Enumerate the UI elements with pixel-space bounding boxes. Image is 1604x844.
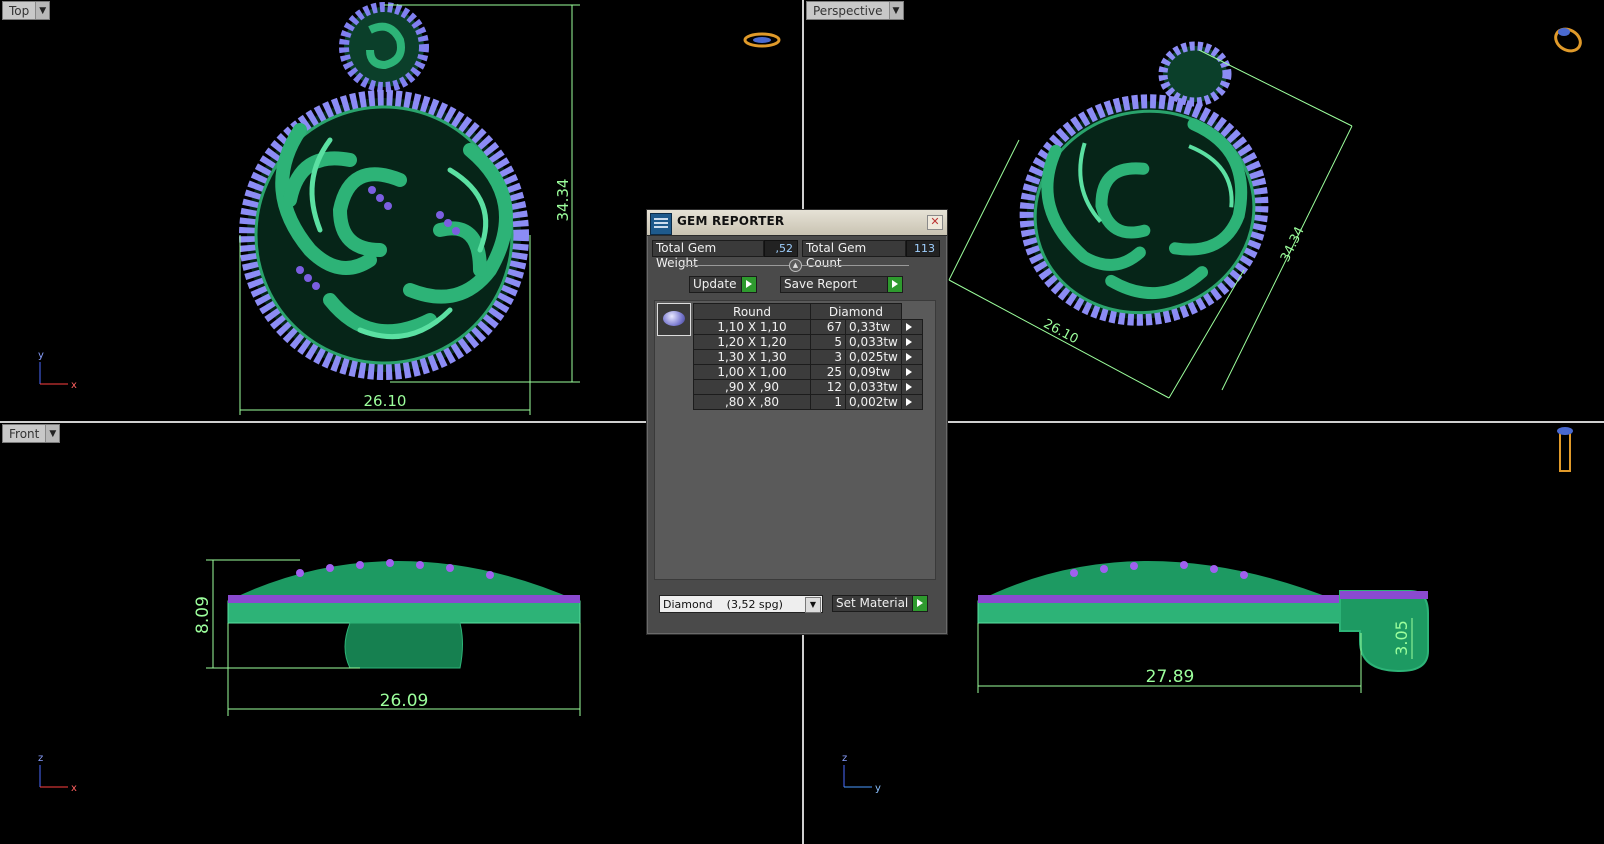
table-row: ,80 X ,80 1 0,002tw <box>693 394 923 410</box>
persp-dimension-a: 26.10 <box>1041 317 1081 348</box>
close-icon[interactable]: ✕ <box>927 215 943 230</box>
axis-gizmo-right: z y <box>842 753 881 794</box>
panel-title: GEM REPORTER <box>677 214 785 228</box>
axis-gizmo-top: y x <box>38 350 77 391</box>
play-arrow-icon[interactable] <box>887 277 902 292</box>
gem-count: 25 <box>810 364 846 380</box>
front-height-dimension: 8.09 <box>193 596 213 634</box>
gem-weight: 0,09tw <box>845 364 902 380</box>
set-material-button-label: Set Material <box>836 596 909 610</box>
total-gem-weight-label: Total Gem Weight <box>652 240 764 270</box>
svg-text:x: x <box>71 380 77 391</box>
viewport-tab-front[interactable]: Front ▼ <box>2 424 61 443</box>
select-row-arrow-icon[interactable] <box>900 334 923 350</box>
collapse-toggle-icon[interactable]: ▲ <box>789 259 802 272</box>
select-row-arrow-icon[interactable] <box>900 319 923 335</box>
table-row: 1,00 X 1,00 25 0,09tw <box>693 364 923 380</box>
gem-count: 5 <box>810 334 846 350</box>
svg-text:y: y <box>38 350 44 361</box>
top-height-dimension: 34.34 <box>554 179 572 222</box>
gem-size: 1,10 X 1,10 <box>693 319 811 335</box>
select-row-arrow-icon[interactable] <box>900 349 923 365</box>
material-select[interactable]: Diamond (3,52 spg) ▼ <box>659 595 823 613</box>
chevron-down-icon[interactable]: ▼ <box>45 425 60 442</box>
update-button-label: Update <box>693 277 737 291</box>
axis-gizmo-front: z x <box>38 753 77 794</box>
save-report-button[interactable]: Save Report <box>780 276 903 293</box>
column-header-material: Diamond <box>810 303 902 320</box>
gem-weight: 0,033tw <box>845 379 902 395</box>
svg-text:x: x <box>71 783 77 794</box>
total-gem-count-row: Total Gem Count 113 <box>802 240 940 270</box>
table-row: ,90 X ,90 12 0,033tw <box>693 379 923 395</box>
ring-preview-icon[interactable] <box>1557 427 1573 472</box>
total-gem-weight-value: ,52 <box>764 240 798 257</box>
gem-reporter-logo-icon <box>650 213 672 235</box>
chevron-down-icon[interactable]: ▼ <box>35 2 50 19</box>
gem-count: 3 <box>810 349 846 365</box>
gem-size: ,90 X ,90 <box>693 379 811 395</box>
gem-weight: 0,033tw <box>845 334 902 350</box>
gem-table: Round Diamond 1,10 X 1,10 67 0,33tw 1,20… <box>693 303 923 410</box>
viewport-tab-top[interactable]: Top ▼ <box>2 1 51 20</box>
viewport-label: Top <box>9 3 30 18</box>
table-row: 1,10 X 1,10 67 0,33tw <box>693 319 923 335</box>
table-row: 1,20 X 1,20 5 0,033tw <box>693 334 923 350</box>
gem-weight: 0,025tw <box>845 349 902 365</box>
gem-weight: 0,33tw <box>845 319 902 335</box>
play-arrow-icon[interactable] <box>741 277 756 292</box>
select-row-arrow-icon[interactable] <box>900 379 923 395</box>
set-material-button[interactable]: Set Material <box>832 595 928 612</box>
chevron-down-icon[interactable]: ▼ <box>805 597 821 613</box>
select-row-arrow-icon[interactable] <box>900 364 923 380</box>
gem-weight: 0,002tw <box>845 394 902 410</box>
right-width-dimension: 27.89 <box>1146 667 1195 687</box>
gem-list-area[interactable]: Round Diamond 1,10 X 1,10 67 0,33tw 1,20… <box>654 300 936 580</box>
total-gem-weight-row: Total Gem Weight ,52 <box>652 240 798 270</box>
material-select-value: Diamond (3,52 spg) <box>663 598 783 611</box>
right-height-dimension: 3.05 <box>1392 620 1411 656</box>
viewport-label: Perspective <box>813 3 883 18</box>
column-header-shape: Round <box>693 303 811 320</box>
svg-text:z: z <box>38 753 43 764</box>
total-gem-count-value: 113 <box>906 240 940 257</box>
viewport-tab-perspective[interactable]: Perspective ▼ <box>806 1 904 20</box>
gem-reporter-panel: GEM REPORTER ✕ Total Gem Weight ,52 Tota… <box>646 209 948 635</box>
svg-text:y: y <box>875 783 881 794</box>
viewport-label: Front <box>9 426 40 441</box>
panel-title-bar[interactable]: GEM REPORTER ✕ <box>647 210 947 236</box>
round-gem-thumbnail-icon[interactable] <box>657 303 691 336</box>
gem-count: 67 <box>810 319 846 335</box>
svg-text:z: z <box>842 753 847 764</box>
gem-count: 1 <box>810 394 846 410</box>
gem-size: 1,20 X 1,20 <box>693 334 811 350</box>
persp-dimension-b: 34.34 <box>1278 224 1308 264</box>
save-report-button-label: Save Report <box>784 277 858 291</box>
play-arrow-icon[interactable] <box>912 596 927 611</box>
gem-count: 12 <box>810 379 846 395</box>
update-button[interactable]: Update <box>689 276 757 293</box>
gem-size: 1,00 X 1,00 <box>693 364 811 380</box>
gem-size: ,80 X ,80 <box>693 394 811 410</box>
select-row-arrow-icon[interactable] <box>900 394 923 410</box>
total-gem-count-label: Total Gem Count <box>802 240 906 270</box>
top-width-dimension: 26.10 <box>364 392 407 410</box>
ring-preview-icon[interactable] <box>1552 25 1585 55</box>
chevron-down-icon[interactable]: ▼ <box>888 2 903 19</box>
table-row: 1,30 X 1,30 3 0,025tw <box>693 349 923 365</box>
front-width-dimension: 26.09 <box>380 691 429 711</box>
bail-ring <box>339 2 429 92</box>
gem-size: 1,30 X 1,30 <box>693 349 811 365</box>
ring-preview-icon[interactable] <box>743 32 781 48</box>
